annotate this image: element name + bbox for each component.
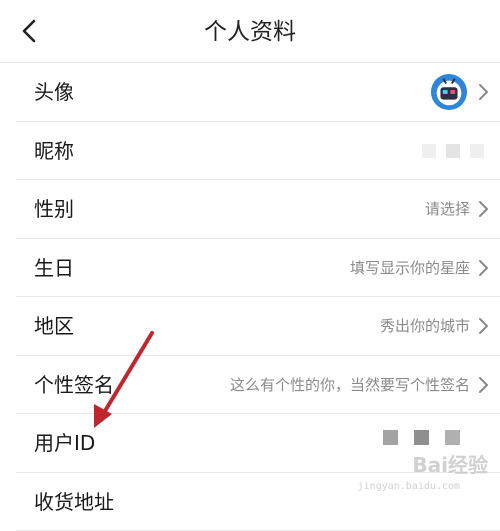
row-label: 生日 xyxy=(34,239,74,297)
watermark-brand: Bai经验 xyxy=(412,449,488,478)
row-label: 昵称 xyxy=(34,122,74,180)
row-label: 性别 xyxy=(34,180,74,238)
row-value: 秀出你的城市 xyxy=(380,297,470,355)
chevron-right-icon xyxy=(478,200,490,218)
row-value: 请选择 xyxy=(425,180,470,238)
row-label: 用户ID xyxy=(34,414,95,472)
row-nickname[interactable]: 昵称 xyxy=(16,122,500,181)
chevron-right-icon xyxy=(478,376,490,394)
row-label: 头像 xyxy=(34,63,74,121)
robot-avatar-icon xyxy=(430,73,468,111)
row-value: 填写显示你的星座 xyxy=(350,239,470,297)
row-label: 地区 xyxy=(34,297,74,355)
header-bar: 个人资料 xyxy=(0,0,500,62)
row-label: 收货地址 xyxy=(34,473,114,531)
row-signature[interactable]: 个性签名 这么有个性的你，当然要写个性签名 xyxy=(16,356,500,415)
watermark-url: jingyan.baidu.com xyxy=(358,481,460,492)
chevron-right-icon xyxy=(478,259,490,277)
row-label: 个性签名 xyxy=(34,356,114,414)
user-id-obscured-value xyxy=(383,430,460,444)
page-title: 个人资料 xyxy=(0,0,500,62)
row-gender[interactable]: 性别 请选择 xyxy=(16,180,500,239)
row-avatar[interactable]: 头像 xyxy=(16,63,500,122)
chevron-right-icon xyxy=(478,317,490,335)
chevron-right-icon xyxy=(478,83,490,101)
row-value: 这么有个性的你，当然要写个性签名 xyxy=(230,356,470,414)
row-birthday[interactable]: 生日 填写显示你的星座 xyxy=(16,239,500,298)
nickname-obscured-value xyxy=(394,144,484,158)
row-region[interactable]: 地区 秀出你的城市 xyxy=(16,297,500,356)
